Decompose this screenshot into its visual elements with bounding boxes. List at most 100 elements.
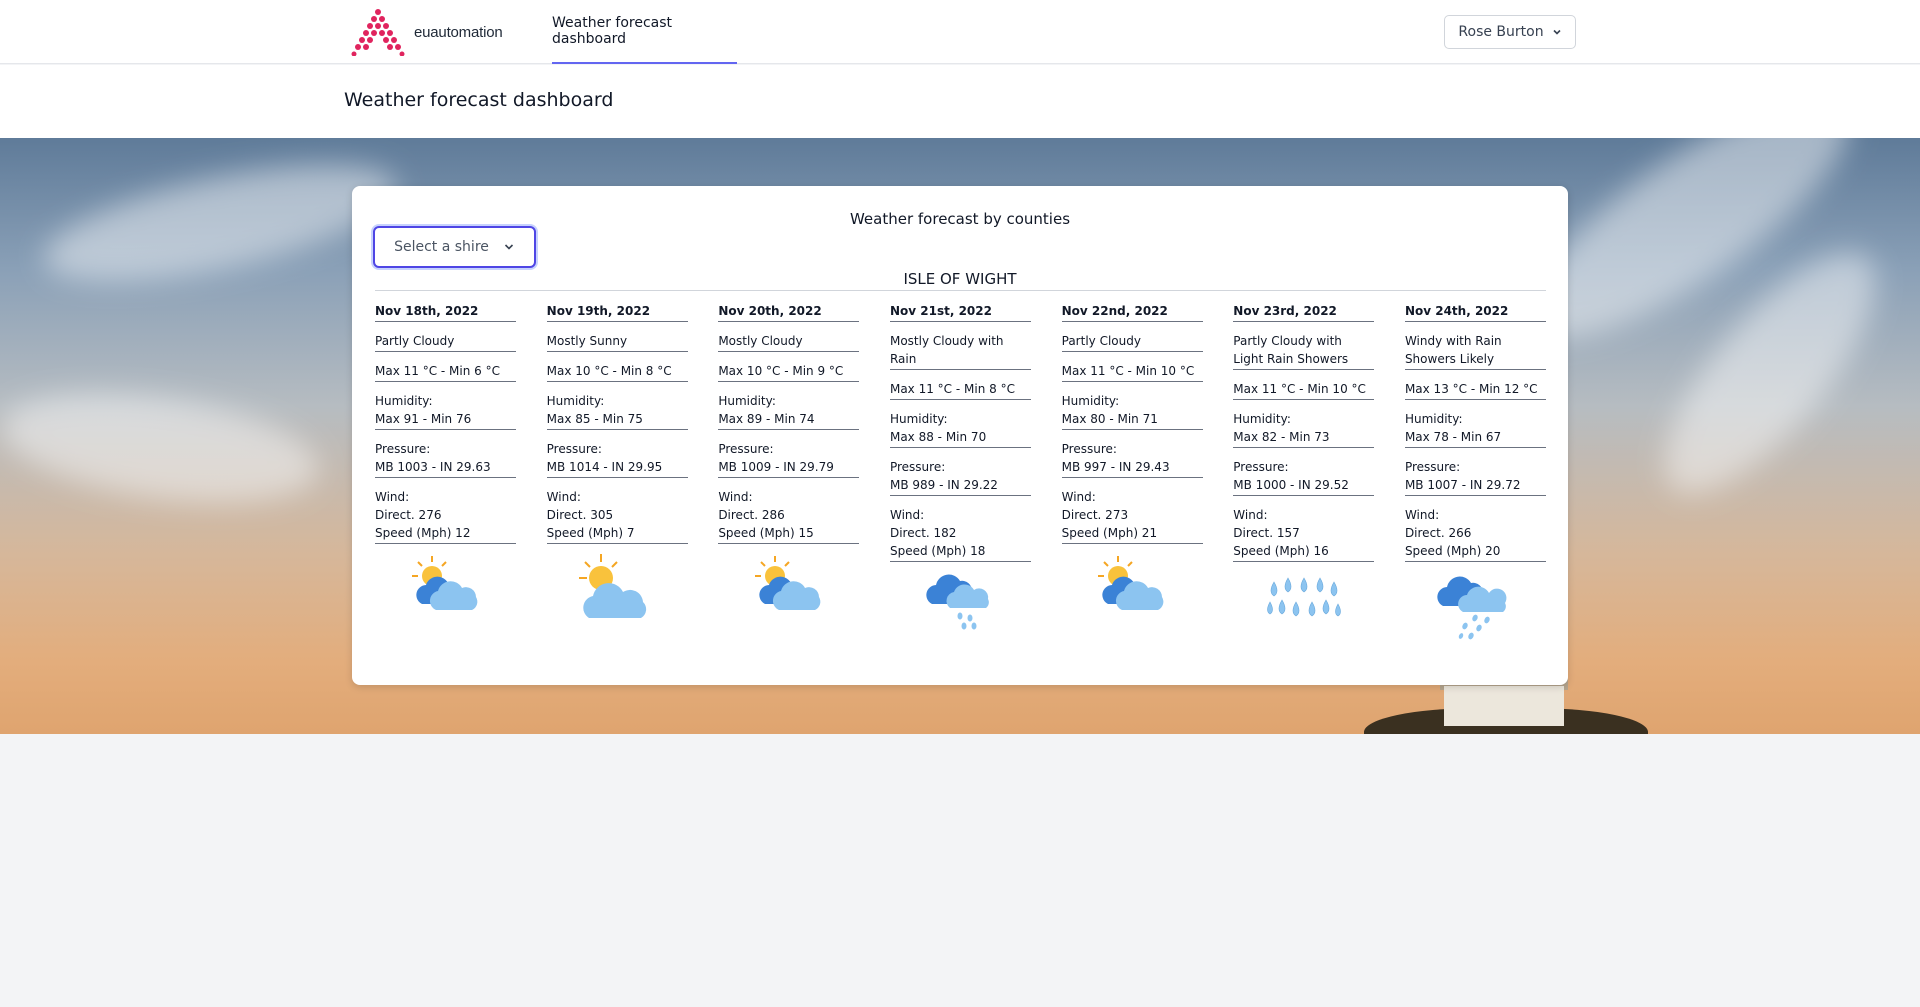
humidity-label: Humidity: <box>375 394 433 408</box>
humidity-value: Max 91 - Min 76 <box>375 412 472 426</box>
wind-direction: Direct. 305 <box>546 508 614 522</box>
pressure-value: MB 989 - IN 29.22 <box>889 478 998 492</box>
shire-select[interactable]: Select a shire <box>373 226 536 268</box>
tab-weather-dashboard[interactable]: Weather forecast dashboard <box>552 0 737 64</box>
day-humidity: Humidity: Max 91 - Min 76 <box>375 392 516 430</box>
logo-icon <box>351 9 405 56</box>
day-condition: Partly Cloudy <box>1061 332 1203 352</box>
chevron-down-icon <box>504 244 513 250</box>
pressure-label: Pressure: <box>1404 460 1461 474</box>
day-condition: Partly Cloudy with Light Rain Showers <box>1233 332 1375 370</box>
forecast-days: Nov 18th, 2022 Partly Cloudy Max 11 °C -… <box>375 302 1546 640</box>
raindrops-icon <box>1266 577 1341 617</box>
weather-icon-wrap <box>890 572 1031 630</box>
forecast-day: Nov 18th, 2022 Partly Cloudy Max 11 °C -… <box>375 302 516 640</box>
pressure-value: MB 1000 - IN 29.52 <box>1233 478 1349 492</box>
house-decoration <box>1444 686 1564 726</box>
card-title: Weather forecast by counties <box>849 210 1071 228</box>
wind-direction: Direct. 286 <box>718 508 785 522</box>
humidity-label: Humidity: <box>889 412 948 426</box>
wind-direction: Direct. 157 <box>1233 526 1300 540</box>
humidity-value: Max 80 - Min 71 <box>1061 412 1158 426</box>
day-wind: Wind: Direct. 276 Speed (Mph) 12 <box>375 488 516 544</box>
day-wind: Wind: Direct. 266 Speed (Mph) 20 <box>1404 506 1546 562</box>
pressure-label: Pressure: <box>546 442 602 456</box>
logo-text: euautomation <box>414 23 503 41</box>
pressure-value: MB 997 - IN 29.43 <box>1061 460 1170 474</box>
day-condition: Windy with Rain Showers Likely <box>1404 332 1546 370</box>
wind-label: Wind: <box>718 490 753 504</box>
chevron-down-icon <box>1553 29 1561 35</box>
wind-label: Wind: <box>375 490 410 504</box>
forecast-card: Weather forecast by counties Select a sh… <box>352 186 1568 685</box>
humidity-label: Humidity: <box>1233 412 1291 426</box>
day-condition: Mostly Cloudy with Rain <box>889 332 1031 370</box>
location-name: ISLE OF WIGHT <box>903 270 1017 288</box>
wind-direction: Direct. 182 <box>889 526 957 540</box>
day-wind: Wind: Direct. 182 Speed (Mph) 18 <box>889 506 1031 562</box>
wind-speed: Speed (Mph) 21 <box>1061 526 1158 540</box>
day-temperature: Max 11 °C - Min 10 °C <box>1061 362 1203 382</box>
pressure-value: MB 1003 - IN 29.63 <box>375 460 491 474</box>
wind-label: Wind: <box>889 508 925 522</box>
top-navigation: euautomation Weather forecast dashboard … <box>0 0 1920 64</box>
cloud-decoration <box>34 141 406 305</box>
cloud-rain-icon <box>926 574 990 630</box>
day-pressure: Pressure: MB 1000 - IN 29.52 <box>1233 458 1375 496</box>
day-date: Nov 19th, 2022 <box>546 302 688 322</box>
forecast-day: Nov 21st, 2022 Mostly Cloudy with Rain M… <box>889 302 1031 640</box>
partly-cloudy-icon <box>411 556 477 610</box>
tab-label: Weather forecast dashboard <box>552 15 673 47</box>
day-pressure: Pressure: MB 1009 - IN 29.79 <box>718 440 860 478</box>
wind-direction: Direct. 276 <box>375 508 442 522</box>
wind-label: Wind: <box>546 490 581 504</box>
day-pressure: Pressure: MB 1003 - IN 29.63 <box>375 440 516 478</box>
day-condition: Mostly Cloudy <box>718 332 860 352</box>
weather-icon-wrap <box>1062 554 1203 616</box>
wind-speed: Speed (Mph) 18 <box>889 544 986 558</box>
weather-icon-wrap <box>547 554 688 622</box>
pressure-label: Pressure: <box>1233 460 1289 474</box>
humidity-value: Max 82 - Min 73 <box>1233 430 1330 444</box>
day-pressure: Pressure: MB 1007 - IN 29.72 <box>1404 458 1546 496</box>
day-condition: Partly Cloudy <box>375 332 516 352</box>
wind-speed: Speed (Mph) 7 <box>546 526 635 540</box>
partly-cloudy-icon <box>1098 556 1164 610</box>
day-pressure: Pressure: MB 989 - IN 29.22 <box>889 458 1031 496</box>
humidity-value: Max 89 - Min 74 <box>718 412 815 426</box>
shire-select-label: Select a shire <box>394 239 489 255</box>
user-menu-button[interactable]: Rose Burton <box>1444 15 1576 49</box>
day-temperature: Max 13 °C - Min 12 °C <box>1404 380 1546 400</box>
humidity-label: Humidity: <box>718 394 776 408</box>
pressure-value: MB 1009 - IN 29.79 <box>718 460 834 474</box>
weather-icon-wrap <box>718 554 859 616</box>
divider <box>375 290 1546 291</box>
day-wind: Wind: Direct. 157 Speed (Mph) 16 <box>1233 506 1375 562</box>
pressure-label: Pressure: <box>1061 442 1117 456</box>
forecast-day: Nov 23rd, 2022 Partly Cloudy with Light … <box>1233 302 1375 640</box>
day-pressure: Pressure: MB 997 - IN 29.43 <box>1061 440 1203 478</box>
day-temperature: Max 10 °C - Min 8 °C <box>546 362 688 382</box>
forecast-day: Nov 19th, 2022 Mostly Sunny Max 10 °C - … <box>546 302 688 640</box>
pressure-label: Pressure: <box>889 460 946 474</box>
humidity-label: Humidity: <box>1404 412 1463 426</box>
cloud-decoration <box>0 376 326 520</box>
day-pressure: Pressure: MB 1014 - IN 29.95 <box>546 440 688 478</box>
humidity-value: Max 85 - Min 75 <box>546 412 643 426</box>
user-name: Rose Burton <box>1458 24 1544 40</box>
day-wind: Wind: Direct. 286 Speed (Mph) 15 <box>718 488 860 544</box>
day-humidity: Humidity: Max 88 - Min 70 <box>889 410 1031 448</box>
day-humidity: Humidity: Max 80 - Min 71 <box>1061 392 1203 430</box>
day-humidity: Humidity: Max 78 - Min 67 <box>1404 410 1546 448</box>
logo[interactable]: euautomation <box>350 8 503 56</box>
page-title: Weather forecast dashboard <box>344 89 614 111</box>
forecast-day: Nov 22nd, 2022 Partly Cloudy Max 11 °C -… <box>1061 302 1203 640</box>
wind-direction: Direct. 266 <box>1404 526 1472 540</box>
humidity-value: Max 88 - Min 70 <box>889 430 987 444</box>
day-date: Nov 22nd, 2022 <box>1061 302 1203 322</box>
day-date: Nov 23rd, 2022 <box>1233 302 1375 322</box>
wind-speed: Speed (Mph) 15 <box>718 526 814 540</box>
wind-label: Wind: <box>1404 508 1440 522</box>
wind-label: Wind: <box>1233 508 1268 522</box>
pressure-label: Pressure: <box>718 442 774 456</box>
